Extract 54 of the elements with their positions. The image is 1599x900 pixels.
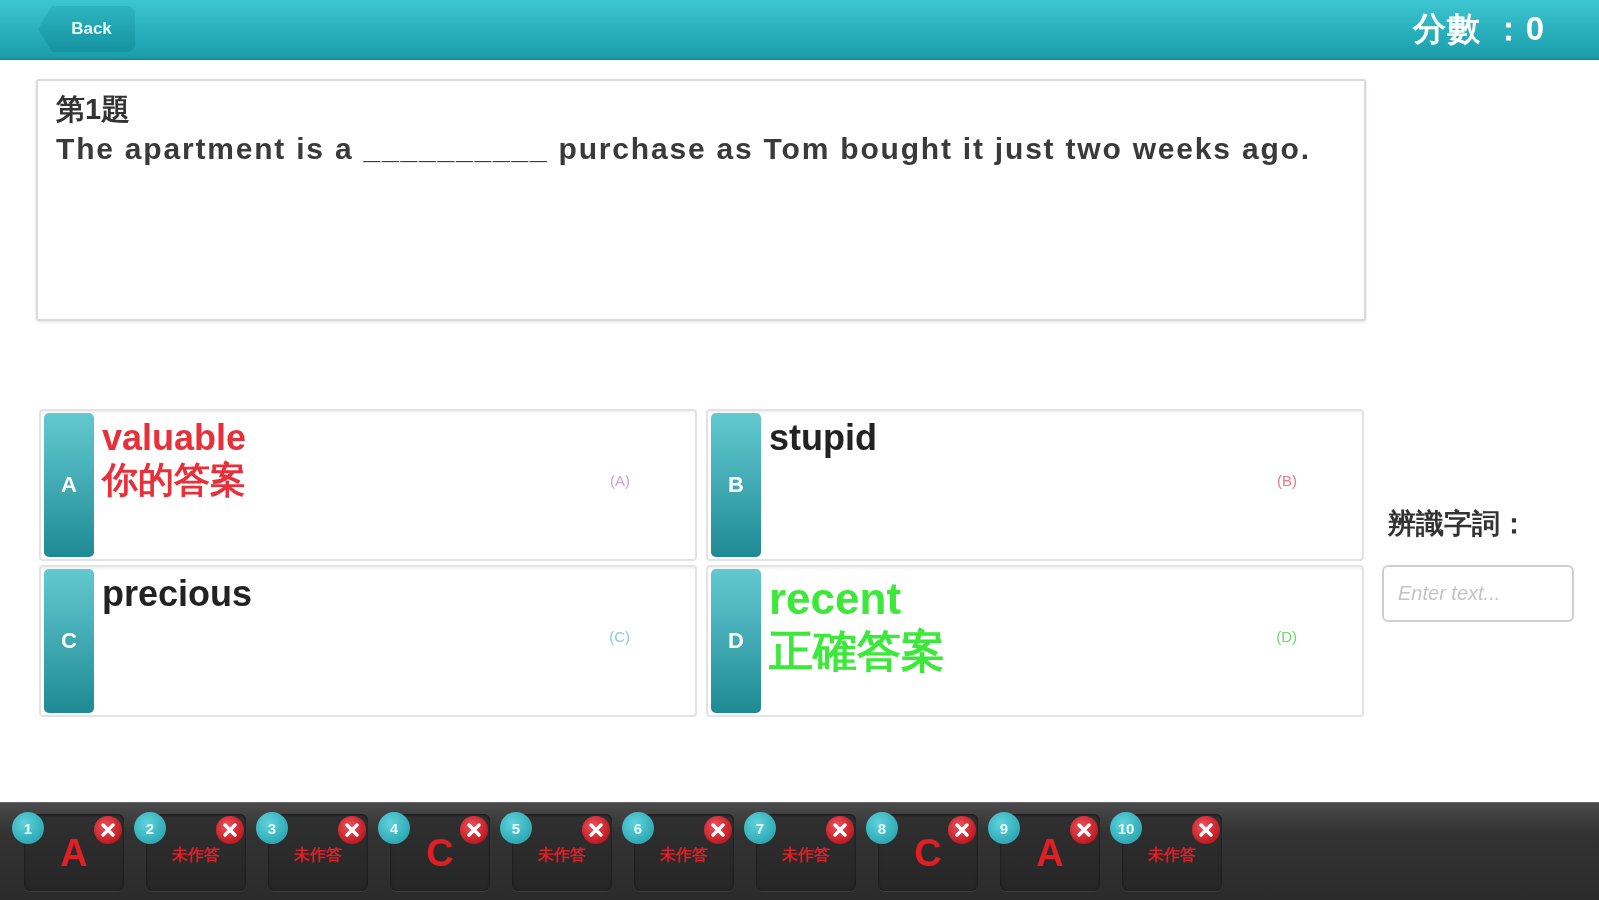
option-letter-tab: B [711, 413, 761, 557]
number-badge: 5 [500, 812, 532, 844]
option-card[interactable]: D recent 正確答案 (D) [706, 565, 1364, 717]
score-label: 分數 ：0 [1413, 8, 1545, 49]
question-text: The apartment is a __________ purchase as Tom bought it just two weeks ago. [56, 131, 1311, 167]
number-badge: 7 [744, 812, 776, 844]
number-badge: 1 [12, 812, 44, 844]
option-text: precious [102, 573, 253, 614]
option-tag: (A) [610, 471, 630, 489]
number-badge: 6 [622, 812, 654, 844]
close-icon[interactable] [704, 816, 732, 844]
option-text: recent [769, 573, 902, 624]
number-badge: 10 [1110, 812, 1142, 844]
close-icon[interactable] [948, 816, 976, 844]
close-icon[interactable] [1192, 816, 1220, 844]
recognize-label: 辨識字詞： [1388, 507, 1528, 541]
close-icon[interactable] [1070, 816, 1098, 844]
close-icon[interactable] [338, 816, 366, 844]
option-tag: (B) [1277, 471, 1297, 489]
option-letter-tab: C [44, 569, 94, 713]
option-tag: (C) [609, 627, 630, 645]
close-icon[interactable] [94, 816, 122, 844]
option-letter-tab: A [44, 413, 94, 557]
option-text: stupid [769, 417, 877, 458]
number-badge: 8 [866, 812, 898, 844]
unanswered-label: 未作答 [1148, 845, 1196, 865]
number-badge: 3 [256, 812, 288, 844]
unanswered-label: 未作答 [294, 845, 342, 865]
answer-letter: C [914, 832, 942, 875]
close-icon[interactable] [582, 816, 610, 844]
question-number: 第1題 [56, 92, 131, 127]
unanswered-label: 未作答 [660, 845, 708, 865]
option-letter-tab: D [711, 569, 761, 713]
option-tag: (D) [1276, 627, 1297, 645]
option-card[interactable]: B stupid (B) [706, 409, 1364, 561]
answer-note: 你的答案 [102, 458, 246, 501]
option-card[interactable]: C precious (C) [39, 565, 697, 717]
number-badge: 4 [378, 812, 410, 844]
unanswered-label: 未作答 [538, 845, 586, 865]
number-badge: 9 [988, 812, 1020, 844]
recognize-input[interactable]: Enter text... [1382, 565, 1574, 622]
unanswered-label: 未作答 [172, 845, 220, 865]
answer-letter: A [1036, 832, 1064, 875]
number-badge: 2 [134, 812, 166, 844]
option-text: valuable [102, 417, 247, 458]
unanswered-label: 未作答 [782, 845, 830, 865]
option-card[interactable]: A valuable 你的答案 (A) [39, 409, 697, 561]
answer-letter: C [426, 832, 454, 875]
back-button[interactable]: Back [38, 6, 135, 52]
close-icon[interactable] [826, 816, 854, 844]
close-icon[interactable] [216, 816, 244, 844]
answer-note: 正確答案 [769, 625, 945, 677]
close-icon[interactable] [460, 816, 488, 844]
answer-letter: A [60, 832, 88, 875]
